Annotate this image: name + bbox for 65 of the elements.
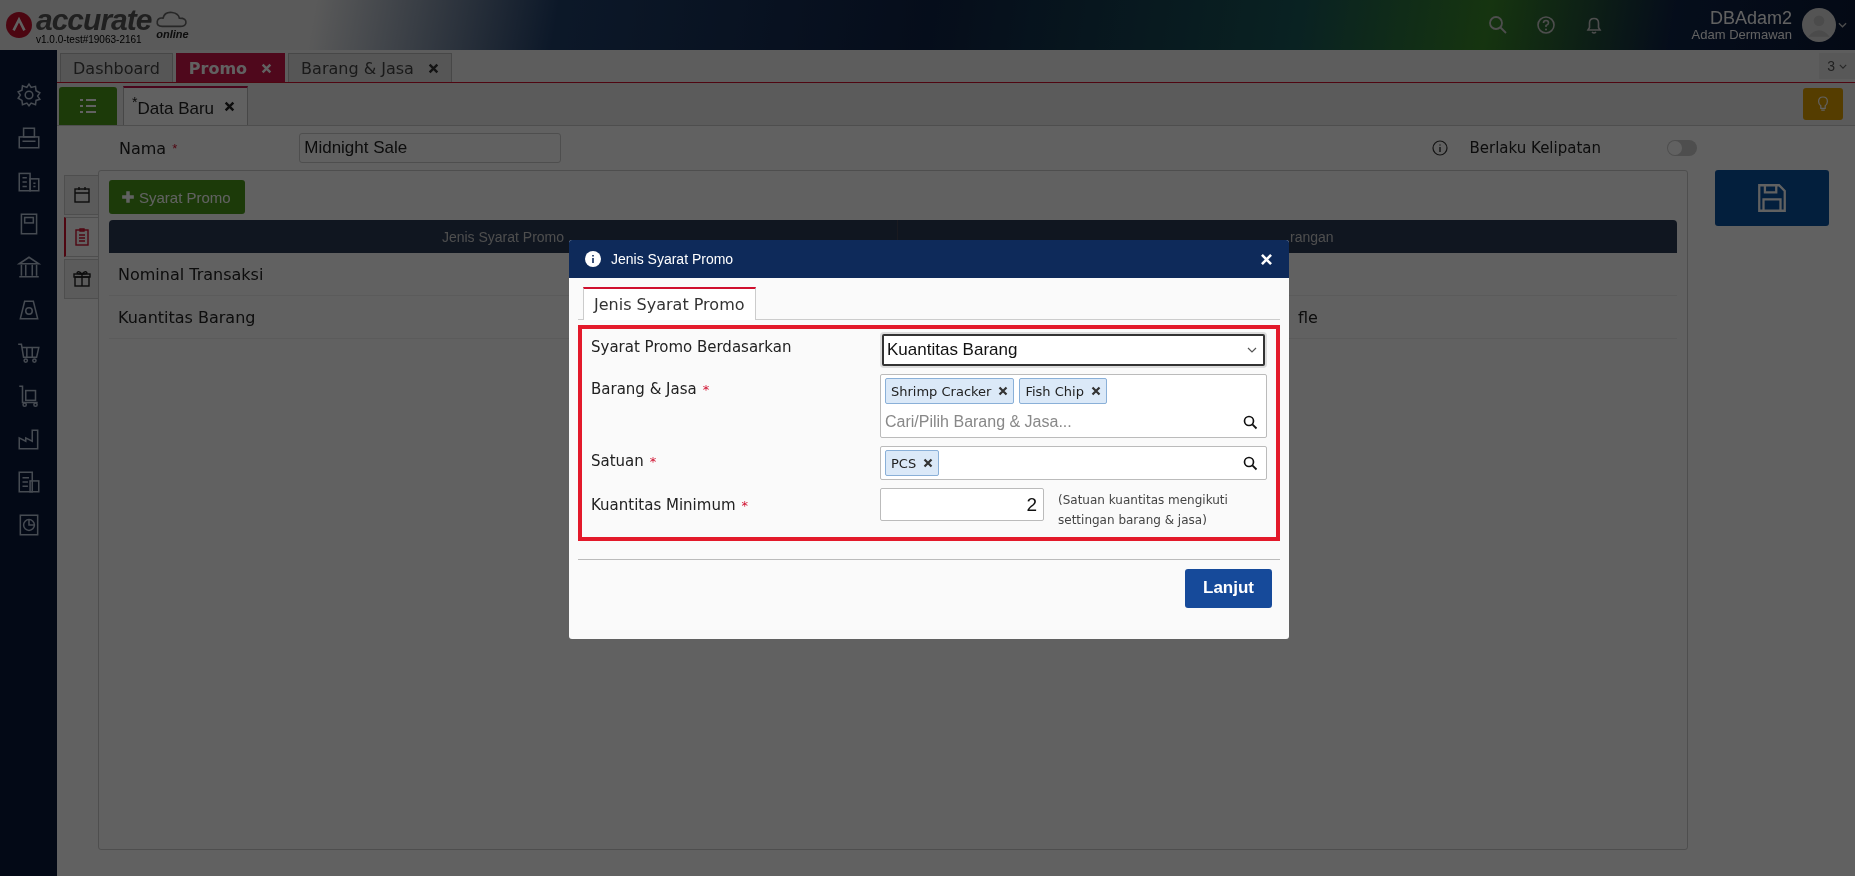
table-cell: Nominal Transaksi: [118, 264, 264, 284]
bank-icon[interactable]: [15, 254, 42, 280]
avatar-icon[interactable]: [1802, 8, 1836, 42]
lightbulb-icon: [1816, 95, 1830, 113]
field-label: Syarat Promo Berdasarkan: [591, 338, 792, 356]
side-tab[interactable]: [64, 175, 98, 215]
toggle-label: Berlaku Kelipatan: [1469, 139, 1601, 157]
logo-text: accurate: [36, 5, 152, 35]
continue-button[interactable]: Lanjut: [1185, 568, 1272, 608]
remove-icon[interactable]: [923, 458, 934, 468]
quantity-field[interactable]: 2: [880, 488, 1044, 521]
info-icon[interactable]: [1431, 140, 1448, 156]
tag-chip: Fish Chip: [1019, 378, 1107, 404]
logo-subtext: online: [156, 28, 189, 40]
search-icon[interactable]: [1243, 455, 1258, 471]
user-id: DBAdam2: [1709, 8, 1792, 28]
hint-text: (Satuan kuantitas mengikuti settingan barang & jasa): [1058, 492, 1229, 530]
select-field[interactable]: Kuantitas Barang: [882, 334, 1265, 366]
chevron-icon[interactable]: [1247, 347, 1257, 353]
remove-icon[interactable]: [998, 386, 1009, 396]
required-mark: *: [172, 140, 178, 156]
calendar-icon: [71, 185, 92, 205]
tips-button[interactable]: [1803, 88, 1843, 120]
side-tab[interactable]: [64, 217, 98, 257]
field-label: Kuantitas Minimum: [591, 496, 736, 514]
tax-icon[interactable]: [15, 469, 42, 495]
field-label: Barang & Jasa: [591, 380, 697, 398]
plus-icon: [121, 190, 135, 204]
logo-icon: [6, 12, 32, 38]
save-button[interactable]: [1715, 170, 1829, 226]
tag-field[interactable]: PCS: [880, 446, 1267, 480]
help-icon[interactable]: [1535, 15, 1556, 35]
dialog-title: Jenis Syarat Promo: [611, 251, 734, 267]
search-placeholder: Cari/Pilih Barang & Jasa...: [885, 413, 1072, 431]
table-cell: Kuantitas Barang: [118, 307, 256, 327]
info-icon: [585, 251, 601, 267]
tag-chip: PCS: [885, 450, 940, 476]
clipboard-icon: [72, 227, 92, 247]
gear-icon[interactable]: [15, 82, 42, 108]
gift-icon: [71, 269, 92, 289]
required-mark: *: [649, 454, 657, 469]
field-label: Satuan: [591, 452, 644, 470]
list-icon: [78, 98, 98, 114]
page-tab[interactable]: Barang & Jasa: [288, 53, 452, 82]
printer-icon[interactable]: [15, 125, 42, 151]
list-button[interactable]: [59, 87, 117, 125]
name-field[interactable]: Midnight Sale: [299, 133, 562, 163]
field-label: Nama: [119, 138, 167, 158]
tag-chip: Shrimp Cracker: [885, 378, 1015, 404]
user-name: Adam Dermawan: [1691, 27, 1792, 42]
required-mark: *: [741, 498, 748, 513]
tag-field[interactable]: Shrimp Cracker Fish Chip Cari/Pilih Barang & Jasa...: [880, 374, 1267, 438]
page-tab[interactable]: Dashboard: [60, 53, 173, 82]
version-text: v1.0.0-test#19063-2161: [36, 35, 143, 45]
search-icon[interactable]: [1243, 414, 1258, 430]
side-tab[interactable]: [64, 259, 98, 299]
cloud-icon: [155, 10, 190, 28]
document-tab[interactable]: $^{*}$Data Baru: [123, 86, 249, 125]
dialog-tab[interactable]: Jenis Syarat Promo: [583, 287, 756, 320]
add-button[interactable]: Syarat Promo: [109, 180, 245, 214]
table-cell: fle: [1298, 307, 1318, 327]
page-tab[interactable]: Promo: [175, 53, 286, 82]
tab-count-dropdown[interactable]: 3: [1819, 53, 1855, 79]
required-mark: *: [702, 382, 710, 397]
remove-icon[interactable]: [1090, 386, 1101, 396]
